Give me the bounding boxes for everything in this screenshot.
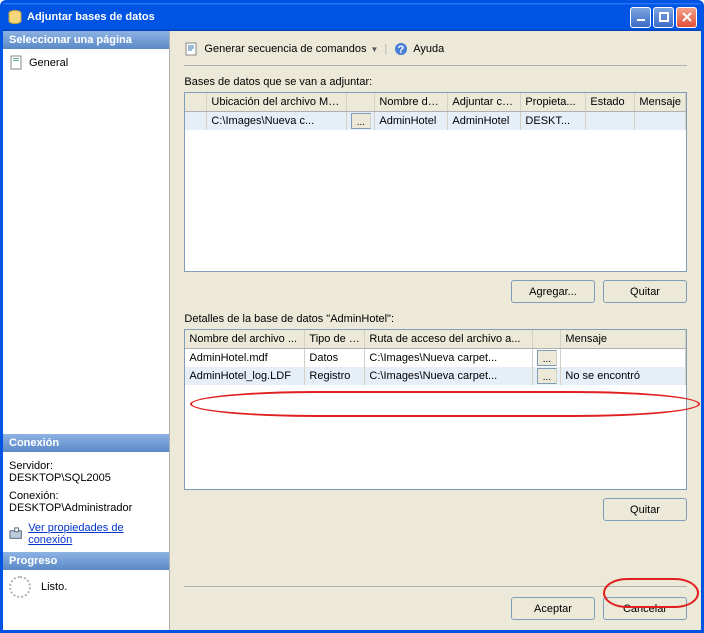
- cell-path: C:\Images\Nueva c...: [207, 112, 347, 130]
- db-icon: [7, 9, 23, 25]
- svg-text:?: ?: [398, 44, 405, 56]
- attach-label: Bases de datos que se van a adjuntar:: [184, 76, 687, 88]
- col-header[interactable]: [347, 93, 375, 111]
- sidebar: Seleccionar una página General Conexión …: [3, 31, 170, 630]
- main-panel: Generar secuencia de comandos ▼ | ? Ayud…: [170, 31, 701, 630]
- sidebar-item-label: General: [29, 57, 68, 69]
- col-header[interactable]: Nombre del archivo ...: [185, 330, 305, 348]
- cell-attach-as: AdminHotel: [448, 112, 521, 130]
- cell-file: AdminHotel.mdf: [185, 349, 305, 367]
- toolbar: Generar secuencia de comandos ▼ | ? Ayud…: [184, 41, 687, 66]
- help-icon: ?: [393, 41, 409, 57]
- remove-button[interactable]: Quitar: [603, 280, 687, 303]
- connection-header: Conexión: [3, 434, 169, 452]
- cell-msg: No se encontró: [561, 367, 686, 385]
- details-label: Detalles de la base de datos "AdminHotel…: [184, 313, 687, 325]
- minimize-button[interactable]: [630, 7, 651, 28]
- col-header[interactable]: Mensaje: [635, 93, 686, 111]
- col-header[interactable]: Estado: [586, 93, 635, 111]
- col-header[interactable]: Ubicación del archivo MDF: [207, 93, 347, 111]
- col-header[interactable]: Mensaje: [561, 330, 686, 348]
- sidebar-item-general[interactable]: General: [9, 53, 163, 73]
- cell-type: Datos: [305, 349, 365, 367]
- table-row[interactable]: AdminHotel_log.LDF Registro C:\Images\Nu…: [185, 367, 686, 385]
- maximize-button[interactable]: [653, 7, 674, 28]
- col-header[interactable]: [185, 93, 207, 111]
- cell-msg: [635, 112, 686, 130]
- col-header[interactable]: Tipo de ar...: [305, 330, 365, 348]
- progress-icon: [9, 576, 31, 598]
- col-header[interactable]: Propieta...: [521, 93, 586, 111]
- cell-owner: DESKT...: [521, 112, 586, 130]
- browse-button[interactable]: ...: [537, 350, 557, 366]
- details-grid[interactable]: Nombre del archivo ... Tipo de ar... Rut…: [184, 329, 687, 490]
- page-icon: [9, 55, 25, 71]
- remove-detail-button[interactable]: Quitar: [603, 498, 687, 521]
- cell-msg: [561, 349, 686, 367]
- close-button[interactable]: [676, 7, 697, 28]
- connection-value: DESKTOP\Administrador: [9, 502, 163, 514]
- table-row[interactable]: AdminHotel.mdf Datos C:\Images\Nueva car…: [185, 349, 686, 367]
- col-header[interactable]: Adjuntar co...: [448, 93, 521, 111]
- cell-type: Registro: [305, 367, 365, 385]
- cell-path: C:\Images\Nueva carpet...: [365, 367, 533, 385]
- ok-button[interactable]: Aceptar: [511, 597, 595, 620]
- cell-path: C:\Images\Nueva carpet...: [365, 349, 533, 367]
- script-icon: [184, 41, 200, 57]
- connection-label: Conexión:: [9, 490, 163, 502]
- add-button[interactable]: Agregar...: [511, 280, 595, 303]
- progress-status: Listo.: [41, 581, 67, 593]
- help-button[interactable]: ? Ayuda: [393, 41, 444, 57]
- col-header[interactable]: Nombre de ...: [375, 93, 448, 111]
- progress-header: Progreso: [3, 552, 169, 570]
- col-header[interactable]: Ruta de acceso del archivo a...: [365, 330, 533, 348]
- properties-icon: [9, 526, 24, 542]
- table-row[interactable]: C:\Images\Nueva c... ... AdminHotel Admi…: [185, 112, 686, 130]
- server-value: DESKTOP\SQL2005: [9, 472, 163, 484]
- select-page-header: Seleccionar una página: [3, 31, 169, 49]
- browse-button[interactable]: ...: [351, 113, 371, 129]
- cell-state: [586, 112, 635, 130]
- script-button[interactable]: Generar secuencia de comandos ▼: [184, 41, 378, 57]
- cell-file: AdminHotel_log.LDF: [185, 367, 305, 385]
- titlebar: Adjuntar bases de datos: [3, 3, 701, 31]
- cancel-button[interactable]: Cancelar: [603, 597, 687, 620]
- server-label: Servidor:: [9, 460, 163, 472]
- browse-button[interactable]: ...: [537, 368, 557, 384]
- attach-grid[interactable]: Ubicación del archivo MDF Nombre de ... …: [184, 92, 687, 272]
- window-title: Adjuntar bases de datos: [27, 11, 155, 23]
- cell-name: AdminHotel: [375, 112, 448, 130]
- chevron-down-icon: ▼: [370, 45, 378, 54]
- view-connection-props-link[interactable]: Ver propiedades de conexión: [28, 522, 163, 546]
- col-header[interactable]: [533, 330, 561, 348]
